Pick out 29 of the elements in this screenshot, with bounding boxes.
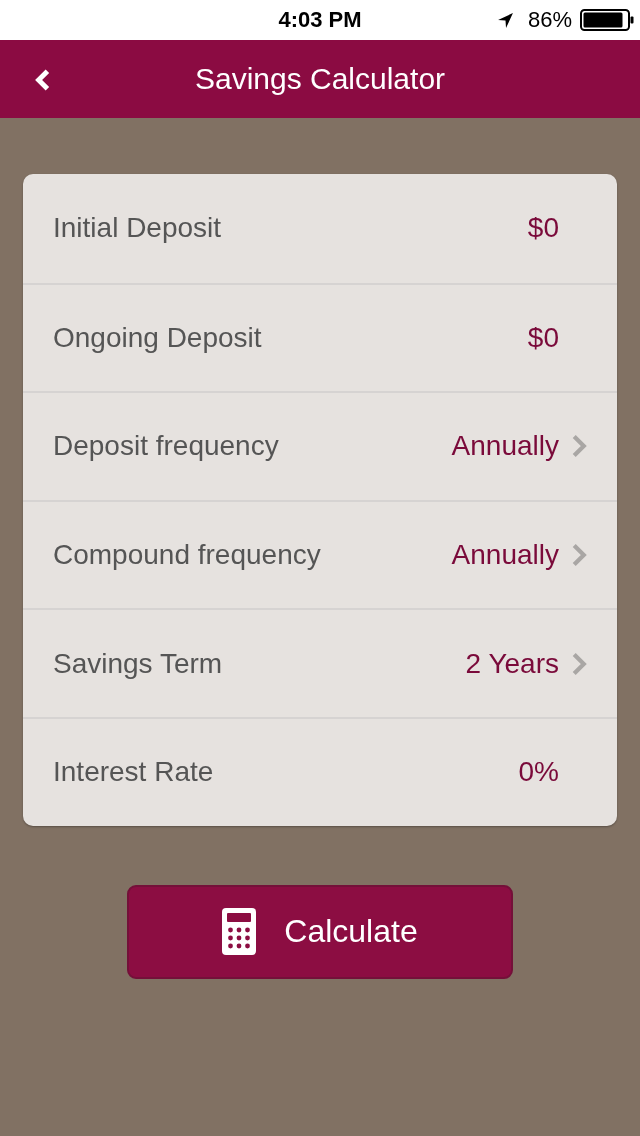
select-row[interactable]: Savings Term 2 Years (23, 608, 617, 717)
screen-title: Savings Calculator (194, 62, 446, 96)
field-label: Savings Term (53, 647, 223, 680)
select-row[interactable]: Deposit frequency Annually (23, 391, 617, 500)
input-row[interactable]: Ongoing Deposit $0 (23, 282, 617, 392)
calculate-button[interactable]: Calculate (127, 884, 513, 979)
field-value: $0 (527, 321, 559, 354)
field-label: Interest Rate (53, 756, 214, 789)
input-row[interactable]: Initial Deposit $0 (23, 174, 617, 283)
select-row[interactable]: Compound frequency Annually (23, 499, 617, 609)
field-label: Initial Deposit (53, 212, 222, 245)
field-value: $0 (527, 212, 559, 245)
battery-icon (580, 9, 634, 31)
calculator-icon (222, 908, 257, 956)
field-label: Deposit frequency (53, 430, 279, 463)
selected-value: Annually (451, 539, 559, 572)
chevron-right-icon (571, 543, 587, 568)
location-arrow-icon (496, 11, 514, 29)
field-value: 0% (518, 756, 559, 789)
status-time: 4:03 PM (278, 7, 362, 33)
field-label: Ongoing Deposit (53, 321, 262, 354)
chevron-right-icon (571, 434, 587, 459)
chevron-right-icon (571, 651, 587, 676)
battery-percent: 86% (527, 7, 572, 33)
selected-value: Annually (451, 430, 559, 463)
field-label: Compound frequency (53, 539, 321, 572)
input-row[interactable]: Interest Rate 0% (23, 716, 617, 826)
back-icon[interactable] (35, 69, 51, 91)
selected-value: 2 Years (465, 647, 559, 680)
